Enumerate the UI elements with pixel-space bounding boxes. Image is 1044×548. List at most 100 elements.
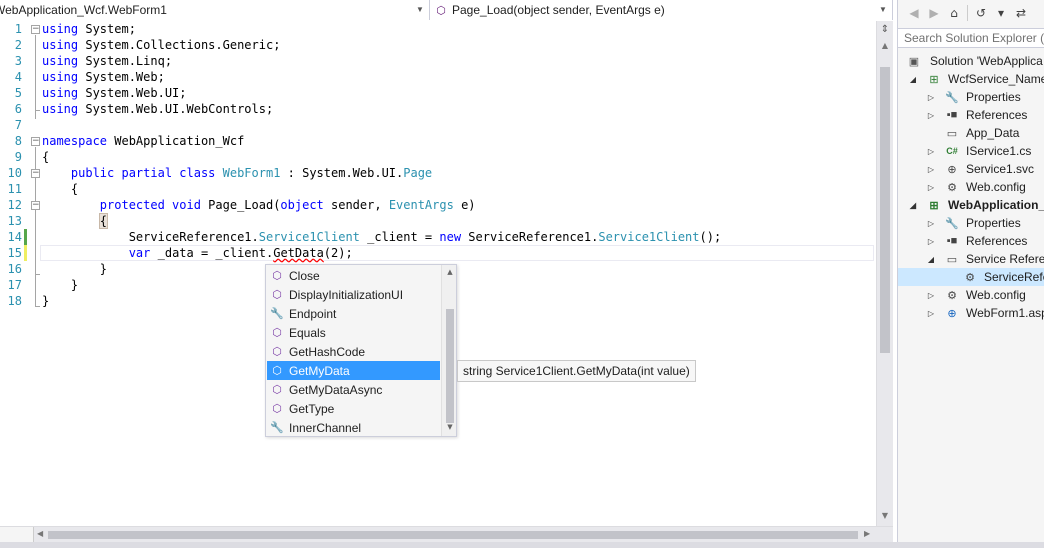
tree-item-label: WebForm1.asp <box>966 306 1044 320</box>
tree-item-label: Properties <box>966 216 1021 230</box>
tree-item-service-references[interactable]: ◢ ▭ Service Referen <box>898 250 1044 268</box>
code-type: Service1Client <box>258 230 360 244</box>
tree-item-wcf-project[interactable]: ◢ ⊞ WcfService_Name <box>898 70 1044 88</box>
collapse-toggle[interactable]: − <box>31 25 40 34</box>
tree-item-label: References <box>966 234 1028 248</box>
line-number: 4 <box>14 70 22 84</box>
tree-item-webform[interactable]: ▷ ⊕ WebForm1.asp <box>898 304 1044 322</box>
tree-item-service-reference-selected[interactable]: ⚙ ServiceRefe <box>898 268 1044 286</box>
code-text-segment: { <box>42 150 50 164</box>
collapse-toggle[interactable]: − <box>31 137 40 146</box>
expanded-arrow-icon[interactable]: ◢ <box>908 201 918 210</box>
tree-item-web-config[interactable]: ▷ ⚙ Web.config <box>898 286 1044 304</box>
scroll-down-arrow-icon[interactable]: ▼ <box>442 423 456 431</box>
collapsed-arrow-icon[interactable]: ▷ <box>926 183 936 192</box>
line-number: 16 <box>7 262 22 276</box>
tree-item-service-svc[interactable]: ▷ ⊕ Service1.svc <box>898 160 1044 178</box>
unsaved-change-marker <box>24 245 27 261</box>
forward-icon[interactable]: ▶ <box>924 3 944 23</box>
completion-item-selected[interactable]: ⬡ GetMyData <box>267 361 440 380</box>
solution-search-input[interactable]: Search Solution Explorer (C <box>898 28 1044 48</box>
tree-item-references[interactable]: ▷ ▪■ References <box>898 232 1044 250</box>
code-keyword: using <box>42 86 79 100</box>
code-text-segment: System.Web.UI; <box>78 86 187 100</box>
code-text-segment: (); <box>699 230 722 244</box>
code-keyword: protected void <box>42 198 209 212</box>
scroll-right-arrow-icon[interactable]: ▶ <box>864 529 870 538</box>
code-keyword: using <box>42 102 79 116</box>
expanded-arrow-icon[interactable]: ◢ <box>908 75 918 84</box>
collapsed-arrow-icon[interactable]: ▷ <box>926 147 936 156</box>
completion-item[interactable]: 🔧 Endpoint <box>267 304 440 323</box>
scroll-down-arrow-icon[interactable]: ▼ <box>877 511 893 520</box>
tree-item-label: Service1.svc <box>966 162 1035 176</box>
editor-vertical-scrollbar[interactable]: ⇕ ▲ ▼ <box>876 21 893 526</box>
method-icon: ⬡ <box>436 4 446 17</box>
type-dropdown[interactable]: WebApplication_Wcf.WebForm1 ▼ <box>0 0 430 20</box>
completion-scrollbar[interactable]: ▲ ▼ <box>441 265 456 436</box>
completion-item[interactable]: 🔧 InnerChannel <box>267 418 440 436</box>
chevron-down-icon[interactable]: ▼ <box>415 4 425 16</box>
code-text-segment: ServiceReference1. <box>461 230 599 244</box>
completion-item[interactable]: ⬡ Equals <box>267 323 440 342</box>
completion-item-label: GetType <box>289 401 335 416</box>
scroll-up-arrow-icon[interactable]: ▲ <box>442 268 456 276</box>
scroll-left-arrow-icon[interactable]: ◀ <box>37 529 43 538</box>
collapsed-arrow-icon[interactable]: ▷ <box>926 309 936 318</box>
collapsed-arrow-icon[interactable]: ▷ <box>926 237 936 246</box>
config-file-icon: ⚙ <box>947 181 957 194</box>
code-line: using System.Web.UI; <box>42 85 187 101</box>
collapsed-arrow-icon[interactable]: ▷ <box>926 165 936 174</box>
tree-item-web-config[interactable]: ▷ ⚙ Web.config <box>898 178 1044 196</box>
collapsed-arrow-icon[interactable]: ▷ <box>926 219 936 228</box>
tree-item-label: Web.config <box>966 180 1026 194</box>
tree-item-label: Web.config <box>966 288 1026 302</box>
tree-item-references[interactable]: ▷ ▪■ References <box>898 106 1044 124</box>
chevron-down-icon[interactable]: ▼ <box>878 4 888 16</box>
code-text-segment: e) <box>453 198 476 212</box>
tree-item-label: Service Referen <box>966 252 1044 266</box>
outline-guide <box>35 110 40 111</box>
tree-item-properties[interactable]: ▷ 🔧 Properties <box>898 88 1044 106</box>
tree-item-solution[interactable]: ▣ Solution 'WebApplica <box>898 52 1044 70</box>
tree-item-iservice[interactable]: ▷ C# IService1.cs <box>898 142 1044 160</box>
saved-change-marker <box>24 229 27 245</box>
collapsed-arrow-icon[interactable]: ▷ <box>926 93 936 102</box>
back-icon[interactable]: ◀ <box>904 3 924 23</box>
code-line: } <box>42 293 49 309</box>
expanded-arrow-icon[interactable]: ◢ <box>926 255 936 264</box>
chevron-down-icon[interactable]: ▾ <box>991 3 1011 23</box>
collapsed-arrow-icon[interactable]: ▷ <box>926 111 936 120</box>
completion-item[interactable]: ⬡ DisplayInitializationUI <box>267 285 440 304</box>
intellisense-completion-list[interactable]: ⬡ Close ⬡ DisplayInitializationUI 🔧 Endpoin… <box>265 264 457 437</box>
tree-item-label: IService1.cs <box>966 144 1032 158</box>
scrollbar-thumb[interactable] <box>48 531 858 539</box>
completion-item[interactable]: ⬡ GetType <box>267 399 440 418</box>
code-line: { <box>42 213 109 229</box>
code-text-segment: : System.Web.UI. <box>280 166 404 180</box>
scroll-up-arrow-icon[interactable]: ▲ <box>877 41 893 50</box>
completion-item[interactable]: ⬡ GetMyDataAsync <box>267 380 440 399</box>
completion-item[interactable]: ⬡ GetHashCode <box>267 342 440 361</box>
editor-horizontal-scrollbar[interactable]: ◀ ▶ <box>0 526 893 542</box>
scrollbar-thumb[interactable] <box>446 309 454 423</box>
collapse-toggle[interactable]: − <box>31 169 40 178</box>
zoom-control[interactable] <box>0 527 34 542</box>
code-line: using System.Collections.Generic; <box>42 37 280 53</box>
line-number: 18 <box>7 294 22 308</box>
code-text-segment: (2); <box>323 246 353 260</box>
splitter-icon[interactable]: ⇕ <box>879 23 891 37</box>
scrollbar-thumb[interactable] <box>880 67 890 353</box>
tree-item-web-project[interactable]: ◢ ⊞ WebApplication_V <box>898 196 1044 214</box>
tree-item-properties[interactable]: ▷ 🔧 Properties <box>898 214 1044 232</box>
collapse-toggle[interactable]: − <box>31 201 40 210</box>
sync-icon[interactable]: ⇄ <box>1011 3 1031 23</box>
tree-item-app-data[interactable]: ▭ App_Data <box>898 124 1044 142</box>
error-squiggle-text[interactable]: GetData <box>273 246 324 260</box>
member-dropdown[interactable]: ⬡ Page_Load(object sender, EventArgs e) … <box>430 0 893 20</box>
completion-item[interactable]: ⬡ Close <box>267 266 440 285</box>
home-icon[interactable]: ⌂ <box>944 3 964 23</box>
history-icon[interactable]: ↺ <box>971 3 991 23</box>
code-keyword: public partial class <box>42 166 223 180</box>
collapsed-arrow-icon[interactable]: ▷ <box>926 291 936 300</box>
